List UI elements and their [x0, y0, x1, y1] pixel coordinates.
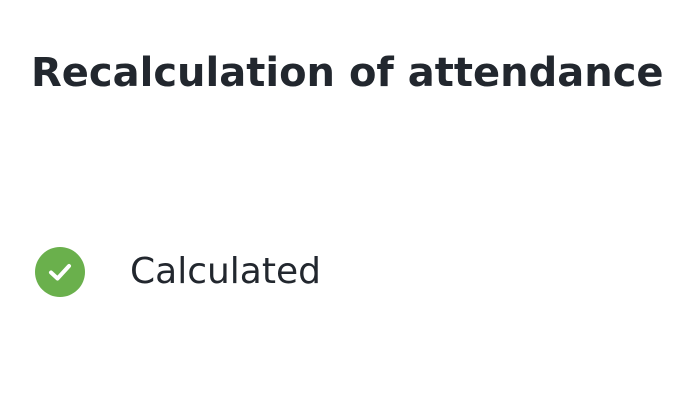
check-circle-icon [35, 247, 85, 297]
status-label: Calculated [130, 251, 321, 292]
status-row: Calculated [35, 247, 321, 297]
page-title: Recalculation of attendance [31, 50, 664, 96]
